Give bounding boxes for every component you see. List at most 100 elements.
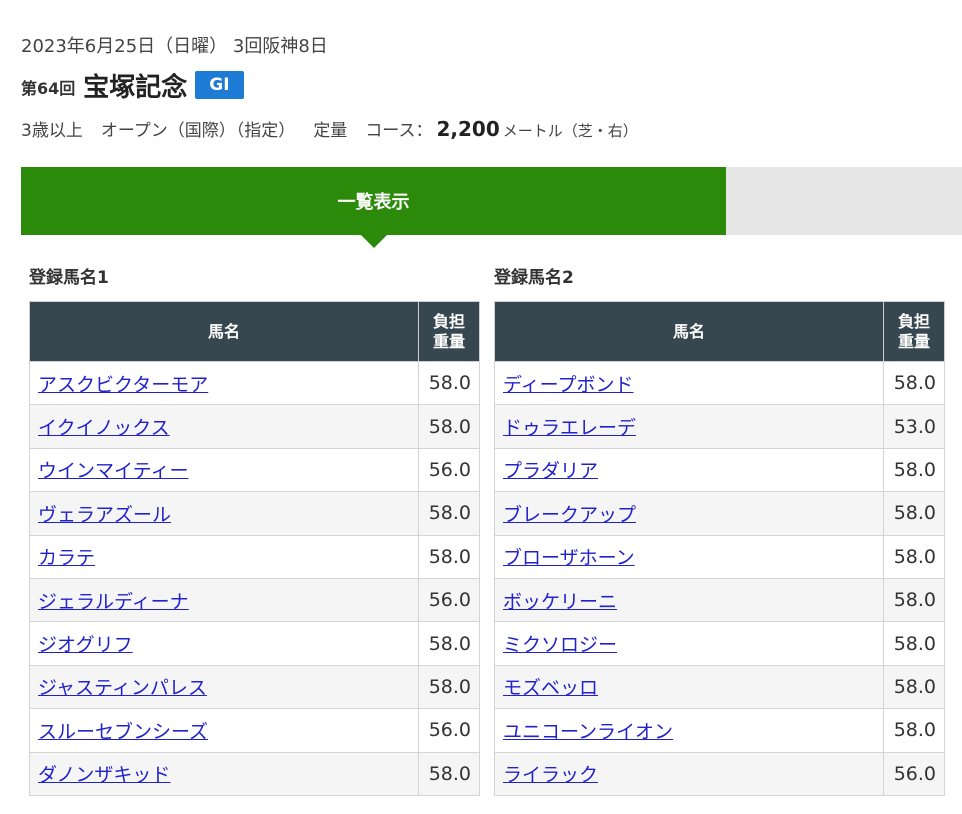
weight-cell: 58.0 <box>418 751 480 796</box>
horse-name-cell: ユニコーンライオン <box>494 708 884 753</box>
table-row: ウインマイティー 56.0 <box>29 447 480 493</box>
table-row: ブレークアップ 58.0 <box>494 491 945 536</box>
entry-block-1: 登録馬名1 馬名 負担 重量 アスクビクターモア 58.0 イクイノックス 58.0 ウイ… <box>29 266 480 796</box>
grade-badge: GI <box>195 71 244 99</box>
horse-name-link[interactable]: ジャスティンパレス <box>38 677 207 699</box>
horse-name-link[interactable]: プラダリア <box>503 460 598 482</box>
horse-name-link[interactable]: スルーセブンシーズ <box>38 721 208 743</box>
horse-name-link[interactable]: ジェラルディーナ <box>38 591 189 613</box>
table-row: ボッケリーニ 58.0 <box>494 577 945 623</box>
horse-name-link[interactable]: ミクソロジー <box>503 634 617 656</box>
table-row: アスクビクターモア 58.0 <box>29 360 480 406</box>
horse-name-cell: ミクソロジー <box>494 621 884 666</box>
table-row: ユニコーンライオン 58.0 <box>494 708 945 753</box>
horse-name-link[interactable]: モズベッロ <box>503 677 598 699</box>
entry-block-title: 登録馬名2 <box>494 268 574 288</box>
horse-name-link[interactable]: ウインマイティー <box>38 460 188 482</box>
horse-name-link[interactable]: ジオグリフ <box>38 634 133 656</box>
entry-table-2: 馬名 負担 重量 ディープボンド 58.0 ドゥラエレーデ 53.0 プラダリア 58.0 ブ… <box>494 301 945 796</box>
weight-cell: 58.0 <box>418 360 480 406</box>
horse-name-link[interactable]: カラテ <box>38 547 95 569</box>
table-row: ヴェラアズール 58.0 <box>29 491 480 536</box>
age-condition: 3歳以上 <box>21 121 83 141</box>
horse-name-cell: ヴェラアズール <box>29 491 419 536</box>
horse-name-cell: モズベッロ <box>494 664 884 710</box>
table-row: ディープボンド 58.0 <box>494 360 945 406</box>
weight-cell: 58.0 <box>883 664 945 710</box>
view-tab-bar: 一覧表示 <box>21 167 962 248</box>
weight-cell: 58.0 <box>883 621 945 666</box>
table-row: ジェラルディーナ 56.0 <box>29 577 480 623</box>
table-row: イクイノックス 58.0 <box>29 404 480 449</box>
header-weight: 負担 重量 <box>883 301 945 362</box>
horse-name-link[interactable]: アスクビクターモア <box>38 374 208 396</box>
weight-rule: 定量 <box>313 121 348 141</box>
horse-name-cell: ジオグリフ <box>29 621 419 666</box>
race-class: オープン（国際）（指定） <box>100 121 296 141</box>
horse-name-cell: イクイノックス <box>29 404 419 449</box>
weight-cell: 58.0 <box>883 360 945 406</box>
weight-cell: 58.0 <box>418 491 480 536</box>
horse-name-cell: ジェラルディーナ <box>29 577 419 623</box>
horse-name-link[interactable]: ライラック <box>503 764 598 786</box>
horse-name-cell: ダノンザキッド <box>29 751 419 796</box>
tab-list-view[interactable]: 一覧表示 <box>21 167 726 248</box>
course-label: コース： <box>365 121 433 141</box>
weight-cell: 58.0 <box>418 404 480 449</box>
table-row: スルーセブンシーズ 56.0 <box>29 708 480 753</box>
header-weight: 負担 重量 <box>418 301 480 362</box>
horse-name-link[interactable]: イクイノックス <box>38 417 170 439</box>
table-row: プラダリア 58.0 <box>494 447 945 493</box>
horse-name-link[interactable]: ドゥラエレーデ <box>503 417 636 439</box>
horse-name-link[interactable]: ヴェラアズール <box>38 504 171 526</box>
table-row: ダノンザキッド 58.0 <box>29 751 480 796</box>
weight-cell: 53.0 <box>883 404 945 449</box>
table-row: カラテ 58.0 <box>29 534 480 579</box>
horse-name-cell: ドゥラエレーデ <box>494 404 884 449</box>
weight-cell: 58.0 <box>883 534 945 579</box>
weight-cell: 56.0 <box>883 751 945 796</box>
horse-name-link[interactable]: ユニコーンライオン <box>503 721 673 743</box>
tab-other-view[interactable] <box>726 167 962 235</box>
table-row: ブローザホーン 58.0 <box>494 534 945 579</box>
race-date: 2023年6月25日（日曜） 3回阪神8日 <box>21 36 328 57</box>
table-row: モズベッロ 58.0 <box>494 664 945 710</box>
weight-cell: 58.0 <box>418 534 480 579</box>
table-row: ライラック 56.0 <box>494 751 945 796</box>
horse-name-cell: プラダリア <box>494 447 884 493</box>
horse-name-cell: スルーセブンシーズ <box>29 708 419 753</box>
weight-cell: 58.0 <box>418 621 480 666</box>
table-row: ジャスティンパレス 58.0 <box>29 664 480 710</box>
horse-name-cell: ライラック <box>494 751 884 796</box>
table-row: ミクソロジー 58.0 <box>494 621 945 666</box>
horse-name-link[interactable]: ブローザホーン <box>503 547 635 569</box>
horse-name-cell: ボッケリーニ <box>494 577 884 623</box>
race-number: 第64回 <box>21 79 76 98</box>
entry-table-1: 馬名 負担 重量 アスクビクターモア 58.0 イクイノックス 58.0 ウインマイティー… <box>29 301 480 796</box>
horse-name-link[interactable]: ディープボンド <box>503 374 634 396</box>
table-row: ドゥラエレーデ 53.0 <box>494 404 945 449</box>
race-name: 宝塚記念 <box>83 72 188 103</box>
horse-name-cell: ジャスティンパレス <box>29 664 419 710</box>
horse-name-link[interactable]: ボッケリーニ <box>503 591 617 613</box>
horse-name-cell: ディープボンド <box>494 360 884 406</box>
horse-name-link[interactable]: ブレークアップ <box>503 504 636 526</box>
weight-cell: 58.0 <box>418 664 480 710</box>
weight-cell: 58.0 <box>883 491 945 536</box>
horse-name-cell: アスクビクターモア <box>29 360 419 406</box>
course-distance: 2,200 <box>436 117 500 141</box>
weight-cell: 58.0 <box>883 708 945 753</box>
weight-cell: 56.0 <box>418 577 480 623</box>
table-row: ジオグリフ 58.0 <box>29 621 480 666</box>
table-header-row: 馬名 負担 重量 <box>29 301 480 362</box>
horse-name-cell: カラテ <box>29 534 419 579</box>
weight-cell: 58.0 <box>883 577 945 623</box>
entry-block-title: 登録馬名1 <box>29 268 109 288</box>
horse-name-link[interactable]: ダノンザキッド <box>38 764 170 786</box>
horse-name-cell: ブレークアップ <box>494 491 884 536</box>
weight-cell: 56.0 <box>418 708 480 753</box>
course-unit: メートル（芝・右） <box>502 122 638 140</box>
table-header-row: 馬名 負担 重量 <box>494 301 945 362</box>
horse-name-cell: ウインマイティー <box>29 447 419 493</box>
entry-block-2: 登録馬名2 馬名 負担 重量 ディープボンド 58.0 ドゥラエレーデ 53.0 プラダリ… <box>494 266 945 796</box>
